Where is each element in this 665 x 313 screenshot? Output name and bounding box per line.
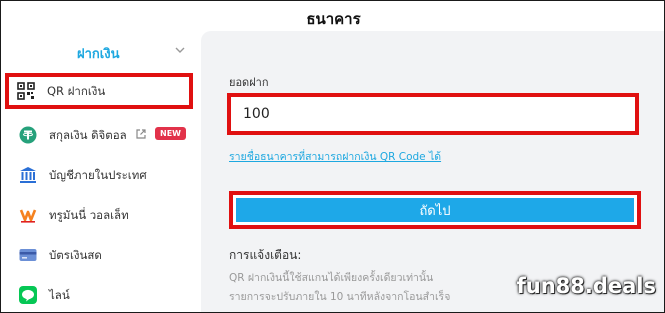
notice-line: QR ฝากเงินนี้ใช้สแกนได้เพียงครั้งเดียวเท… [229, 272, 434, 284]
truemoney-icon [19, 209, 37, 223]
card-icon [19, 249, 37, 261]
line-icon [19, 286, 37, 304]
next-button-highlight: ถัดไป [229, 191, 641, 229]
bank-list-link[interactable]: รายชื่อธนาคารที่สามารถฝากเงิน QR Code ได… [229, 148, 441, 165]
sidebar-item-digital-currency[interactable]: สกุลเงิน ดิจิตอล NEW [7, 117, 193, 153]
sidebar-section-deposit[interactable]: ฝากเงิน [77, 43, 119, 64]
sidebar-item-label: บัตรเงินสด [49, 248, 102, 262]
notice-title: การแจ้งเตือน: [229, 248, 302, 262]
page-title: ธนาคาร [306, 10, 361, 28]
new-badge: NEW [155, 127, 186, 140]
next-button[interactable]: ถัดไป [236, 198, 634, 222]
sidebar-item-label: ไลน์ [49, 288, 70, 302]
sidebar-item-label: ทรูมันนี่ วอลเล็ท [49, 208, 129, 222]
notice-line: รายการจะปรับภายใน 10 นาทีหลังจากโอนสำเร็… [229, 291, 451, 303]
deposit-panel: ยอดฝาก รายชื่อธนาคารที่สามารถฝากเงิน QR … [201, 31, 664, 312]
bank-icon [20, 167, 36, 183]
sidebar: ฝากเงิน QR ฝากเงิน สกุลเงิน ดิจิตอล NEW … [1, 31, 201, 312]
sidebar-item-truemoney-wallet[interactable]: ทรูมันนี่ วอลเล็ท [7, 197, 193, 233]
amount-label: ยอดฝาก [229, 76, 269, 89]
watermark: fun88.deals [516, 274, 656, 298]
chevron-down-icon[interactable] [173, 43, 187, 57]
tether-icon [19, 126, 37, 144]
sidebar-item-domestic-account[interactable]: บัญชีภายในประเทศ [7, 157, 193, 193]
sidebar-item-label: สกุลเงิน ดิจิตอล [49, 128, 127, 142]
sidebar-item-label: บัญชีภายในประเทศ [49, 168, 147, 182]
sidebar-item-line[interactable]: ไลน์ [7, 277, 193, 312]
amount-field-container [227, 93, 639, 135]
sidebar-item-cash-card[interactable]: บัตรเงินสด [7, 237, 193, 273]
sidebar-item-qr-deposit[interactable]: QR ฝากเงิน [5, 73, 193, 109]
qr-code-icon [17, 82, 35, 100]
app-frame: ธนาคาร ฝากเงิน QR ฝากเงิน สกุลเงิน ดิจิต… [0, 0, 665, 313]
external-link-icon [136, 129, 146, 139]
amount-input[interactable] [241, 105, 625, 123]
sidebar-item-label: QR ฝากเงิน [47, 84, 106, 98]
